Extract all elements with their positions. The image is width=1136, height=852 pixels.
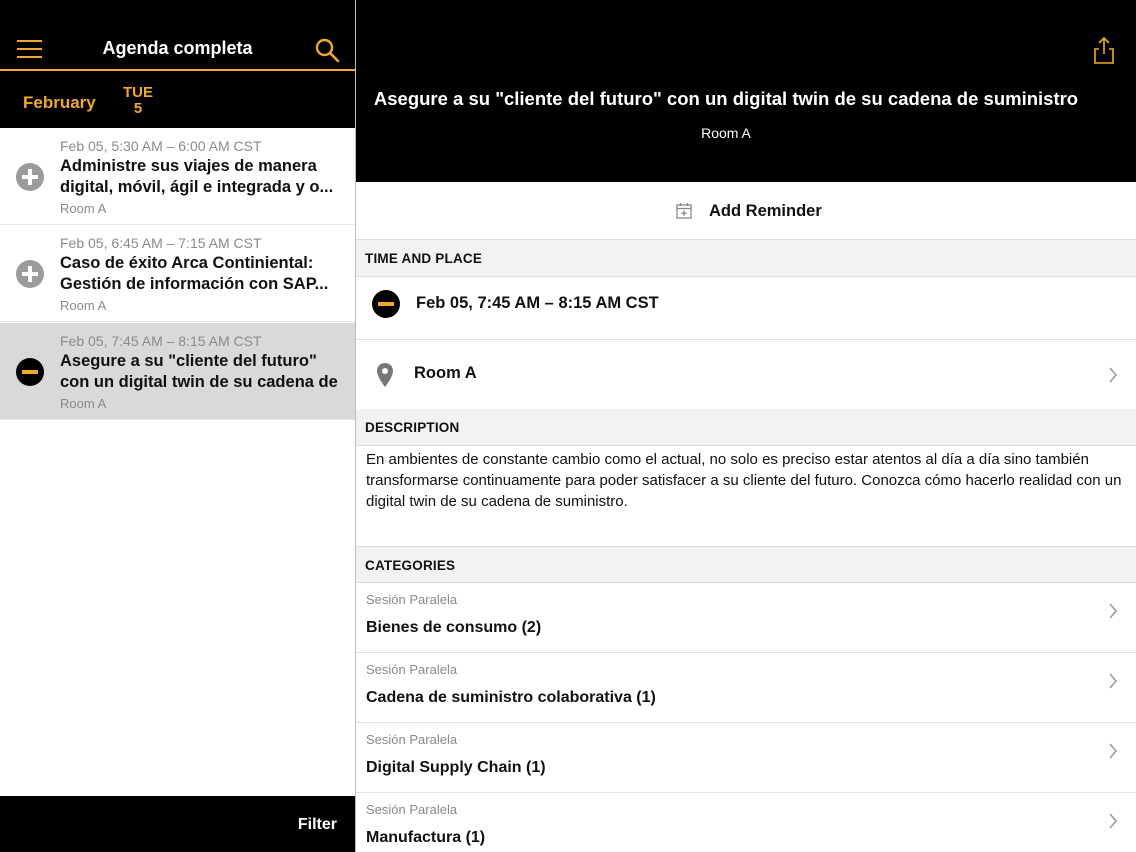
section-title: TIME AND PLACE bbox=[365, 251, 483, 266]
description-section-header: DESCRIPTION bbox=[356, 409, 1136, 446]
remove-circle-icon[interactable] bbox=[16, 358, 44, 386]
day-number: 5 bbox=[133, 100, 143, 117]
section-title: CATEGORIES bbox=[365, 558, 456, 573]
category-type: Sesión Paralela bbox=[366, 732, 458, 747]
category-item-cadena-de-suministro[interactable]: Sesión Paralela Cadena de suministro col… bbox=[356, 653, 1136, 723]
location-name: Room A bbox=[414, 364, 477, 382]
session-description: En ambientes de constante cambio como el… bbox=[366, 451, 1122, 510]
time-row: Feb 05, 7:45 AM – 8:15 AM CST bbox=[356, 277, 1136, 340]
location-row[interactable]: Room A bbox=[356, 340, 1136, 410]
detail-header: Asegure a su "cliente del futuro" con un… bbox=[356, 0, 1136, 182]
detail-room: Room A bbox=[701, 125, 751, 141]
agenda-toolbar: Agenda completa bbox=[0, 0, 355, 71]
session-title: Administre sus viajes de manera digital,… bbox=[60, 157, 334, 196]
month-label: February bbox=[23, 93, 96, 112]
category-name: Cadena de suministro colaborativa (1) bbox=[366, 689, 656, 706]
agenda-title: Agenda completa bbox=[102, 38, 253, 58]
session-room: Room A bbox=[60, 298, 107, 313]
agenda-header-area: Agenda completa February TUE 5 bbox=[0, 0, 355, 128]
categories-section-header: CATEGORIES bbox=[356, 546, 1136, 583]
session-room: Room A bbox=[60, 201, 107, 216]
location-pin-icon bbox=[377, 363, 393, 387]
session-item-3-selected[interactable]: Feb 05, 7:45 AM – 8:15 AM CST Asegure a … bbox=[0, 323, 355, 420]
session-time: Feb 05, 6:45 AM – 7:15 AM CST bbox=[60, 235, 262, 251]
day-name: TUE bbox=[123, 84, 153, 101]
category-item-bienes-de-consumo[interactable]: Sesión Paralela Bienes de consumo (2) bbox=[356, 583, 1136, 653]
calendar-add-icon bbox=[676, 203, 692, 219]
add-circle-icon[interactable] bbox=[16, 163, 44, 191]
session-detail-panel: Asegure a su "cliente del futuro" con un… bbox=[356, 0, 1136, 852]
session-room: Room A bbox=[60, 396, 107, 411]
category-name: Manufactura (1) bbox=[366, 829, 486, 846]
chevron-right-icon bbox=[1109, 673, 1118, 689]
add-circle-icon[interactable] bbox=[16, 260, 44, 288]
session-time: Feb 05, 5:30 AM – 6:00 AM CST bbox=[60, 138, 262, 154]
add-reminder-label: Add Reminder bbox=[709, 202, 822, 220]
section-title: DESCRIPTION bbox=[365, 420, 460, 435]
detail-title: Asegure a su "cliente del futuro" con un… bbox=[373, 88, 1079, 109]
session-title: Asegure a su "cliente del futuro" con un… bbox=[60, 352, 338, 391]
category-type: Sesión Paralela bbox=[366, 592, 458, 607]
agenda-footer: Filter bbox=[0, 796, 355, 852]
category-name: Bienes de consumo (2) bbox=[366, 619, 542, 636]
chevron-right-icon bbox=[1109, 743, 1118, 759]
chevron-right-icon bbox=[1109, 813, 1118, 829]
category-item-digital-supply-chain[interactable]: Sesión Paralela Digital Supply Chain (1) bbox=[356, 723, 1136, 793]
session-item-2[interactable]: Feb 05, 6:45 AM – 7:15 AM CST Caso de éx… bbox=[0, 225, 355, 322]
day-selector-tue-5[interactable]: TUE 5 bbox=[118, 85, 158, 117]
agenda-panel: Agenda completa February TUE 5 Feb 05, 5… bbox=[0, 0, 355, 852]
add-reminder-button[interactable]: Add Reminder bbox=[356, 182, 1136, 240]
time-place-section-header: TIME AND PLACE bbox=[356, 240, 1136, 277]
session-title: Caso de éxito Arca Continiental: Gestión… bbox=[60, 254, 329, 293]
category-type: Sesión Paralela bbox=[366, 662, 458, 677]
category-item-manufactura[interactable]: Sesión Paralela Manufactura (1) bbox=[356, 793, 1136, 852]
session-item-1[interactable]: Feb 05, 5:30 AM – 6:00 AM CST Administre… bbox=[0, 128, 355, 225]
chevron-right-icon bbox=[1109, 367, 1118, 383]
share-icon[interactable] bbox=[1092, 36, 1116, 64]
category-name: Digital Supply Chain (1) bbox=[366, 759, 546, 776]
search-icon[interactable] bbox=[314, 37, 340, 63]
session-time: Feb 05, 7:45 AM – 8:15 AM CST bbox=[60, 333, 262, 349]
chevron-right-icon bbox=[1109, 603, 1118, 619]
remove-circle-icon[interactable] bbox=[372, 290, 400, 318]
session-time: Feb 05, 7:45 AM – 8:15 AM CST bbox=[416, 294, 659, 312]
filter-button[interactable]: Filter bbox=[298, 816, 337, 834]
category-type: Sesión Paralela bbox=[366, 802, 458, 817]
